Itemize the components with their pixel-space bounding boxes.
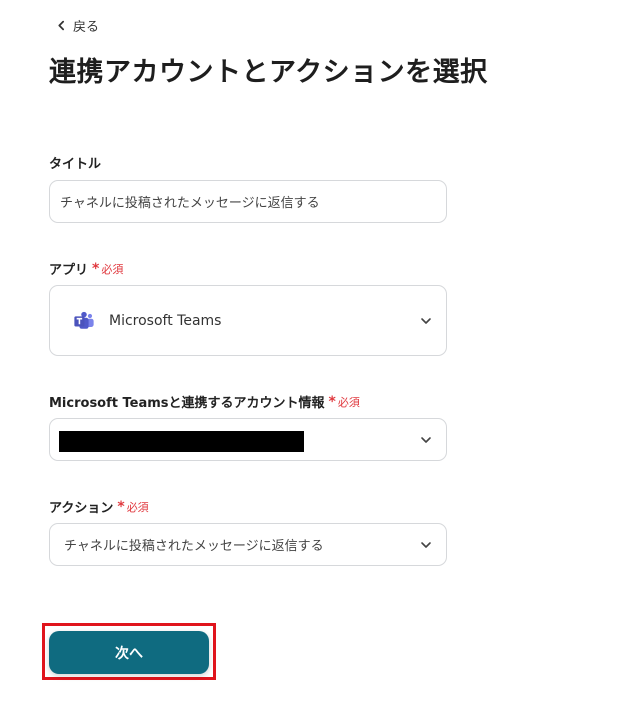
app-select[interactable]: Microsoft Teams [49, 285, 447, 356]
title-input[interactable] [50, 181, 446, 222]
asterisk-icon: * [92, 260, 100, 277]
back-link[interactable]: 戻る [56, 16, 99, 35]
required-indicator: * 必須 [117, 499, 148, 515]
page-title: 連携アカウントとアクションを選択 [49, 57, 488, 88]
chevron-left-icon [58, 20, 65, 31]
redacted-account-value [59, 431, 304, 452]
required-indicator: * 必須 [92, 261, 123, 277]
asterisk-icon: * [117, 498, 125, 515]
account-field-label-text: Microsoft Teamsと連携するアカウント情報 [49, 396, 325, 411]
back-label: 戻る [73, 20, 100, 35]
next-button[interactable]: 次へ [49, 631, 209, 674]
app-field-label: アプリ * 必須 [49, 259, 123, 279]
chevron-down-icon [421, 317, 431, 324]
required-text: 必須 [126, 500, 149, 514]
account-select[interactable] [49, 418, 447, 461]
title-field-label: タイトル [49, 153, 101, 172]
action-select[interactable]: チャネルに投稿されたメッセージに返信する [49, 523, 447, 566]
chevron-down-icon [421, 541, 431, 548]
required-text: 必須 [101, 262, 124, 276]
app-name: Microsoft Teams [109, 312, 222, 329]
action-field-label: アクション * 必須 [49, 497, 149, 517]
microsoft-teams-icon [74, 311, 94, 329]
asterisk-icon: * [328, 393, 336, 410]
chevron-down-icon [421, 436, 431, 443]
action-select-value: チャネルに投稿されたメッセージに返信する [64, 539, 324, 554]
required-text: 必須 [337, 395, 360, 409]
app-field-label-text: アプリ [49, 263, 89, 278]
account-field-label: Microsoft Teamsと連携するアカウント情報 * 必須 [49, 392, 360, 412]
title-field-label-text: タイトル [49, 157, 102, 172]
required-indicator: * 必須 [329, 394, 360, 410]
title-field[interactable] [49, 180, 447, 223]
action-field-label-text: アクション [49, 501, 114, 516]
